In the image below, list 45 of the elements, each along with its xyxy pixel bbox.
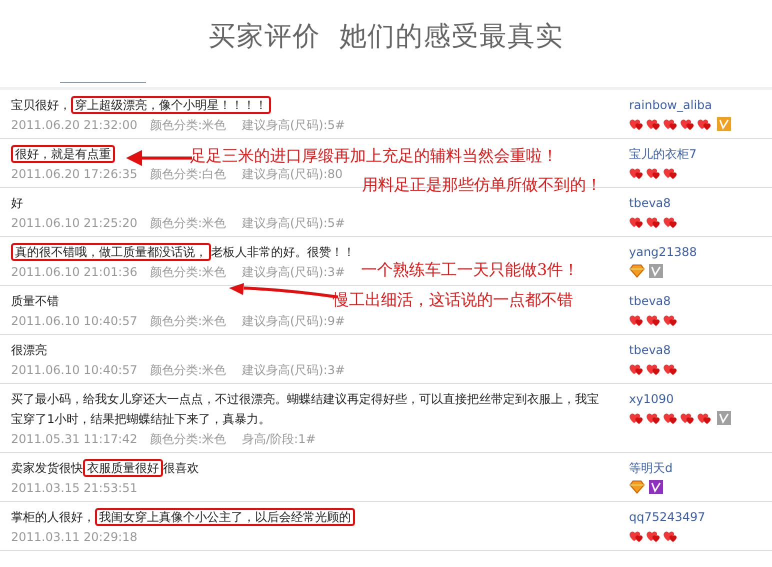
review-date: 2011.06.10 21:25:20 bbox=[11, 215, 138, 232]
review-comment: 质量不错 bbox=[11, 293, 59, 310]
annotation-text: 一个熟练车工一天只能做3件！ bbox=[361, 260, 580, 280]
review-option: 颜色分类:米色 bbox=[150, 213, 242, 233]
annotation-text: 用料足正是那些仿单所做不到的！ bbox=[362, 175, 602, 195]
review-option: 身高/阶段:1# bbox=[242, 429, 316, 449]
reviewer-link[interactable]: 宝儿的衣柜7 bbox=[629, 144, 697, 164]
review-option: 颜色分类:米色 bbox=[150, 429, 242, 449]
review-option: 颜色分类:白色 bbox=[150, 164, 242, 184]
review-option: 颜色分类:米色 bbox=[150, 115, 242, 135]
annotation-text: 足足三米的进口厚缎再加上充足的辅料当然会重啦！ bbox=[190, 146, 558, 166]
review-option: 颜色分类:米色 bbox=[150, 262, 242, 282]
review-date: 2011.06.10 10:40:57 bbox=[11, 313, 138, 330]
page-title: 买家评价 她们的感受最真实 bbox=[207, 20, 565, 54]
review-option: 建议身高(尺码):5# bbox=[242, 213, 346, 233]
review-comment: 掌柜的人很好， 我闺女穿上真像个小公主了，以后会经常光顾的 bbox=[11, 507, 355, 527]
review-option: 建议身高(尺码):5# bbox=[242, 115, 346, 135]
review-comment: 好 bbox=[11, 195, 23, 212]
review-comment: 买了最小码，给我女儿穿还大一点点，不过很漂亮。蝴蝶结建议再定得好些，可以直接把丝带定到衣服上，我宝宝穿了1小时，结果把蝴蝶结扯下来了，真暴力。 bbox=[11, 391, 600, 428]
review-option: 建议身高(尺码):3# bbox=[242, 262, 346, 282]
review-comment: 卖家发货很快 衣服质量很好 很喜欢 bbox=[11, 458, 199, 478]
reviewer-link[interactable]: yang21388 bbox=[629, 242, 697, 262]
review-option: 颜色分类:米色 bbox=[150, 360, 242, 380]
review-date: 2011.03.11 20:29:18 bbox=[11, 529, 138, 546]
reviewer-link[interactable]: xy1090 bbox=[629, 389, 674, 409]
review-comment: 宝贝很好， 穿上超级漂亮，像个小明星！！！！ bbox=[11, 95, 271, 115]
review-date: 2011.06.20 17:26:35 bbox=[11, 166, 138, 183]
reviewer-link[interactable]: rainbow_aliba bbox=[629, 95, 712, 115]
review-date: 2011.05.31 11:17:42 bbox=[11, 431, 138, 448]
reviewer-link[interactable]: tbeva8 bbox=[629, 340, 671, 360]
review-option: 建议身高(尺码):3# bbox=[242, 360, 346, 380]
review-comment: 很好，就是有点重 bbox=[11, 144, 115, 164]
annotation-text: 慢工出细活，这话说的一点都不错 bbox=[333, 290, 573, 310]
review-comment: 很漂亮 bbox=[11, 342, 47, 359]
review-option: 颜色分类:米色 bbox=[150, 311, 242, 331]
reviewer-link[interactable]: 等明天d bbox=[629, 458, 673, 478]
reviewer-link[interactable]: tbeva8 bbox=[629, 291, 671, 311]
reviewer-link[interactable]: tbeva8 bbox=[629, 193, 671, 213]
review-date: 2011.06.10 10:40:57 bbox=[11, 362, 138, 379]
review-date: 2011.06.10 21:01:36 bbox=[11, 264, 138, 281]
review-date: 2011.03.15 21:53:51 bbox=[11, 480, 138, 497]
reviewer-link[interactable]: qq75243497 bbox=[629, 507, 706, 527]
review-date: 2011.06.20 21:32:00 bbox=[11, 117, 138, 134]
review-option: 建议身高(尺码):80 bbox=[242, 164, 343, 184]
review-option: 建议身高(尺码):9# bbox=[242, 311, 346, 331]
